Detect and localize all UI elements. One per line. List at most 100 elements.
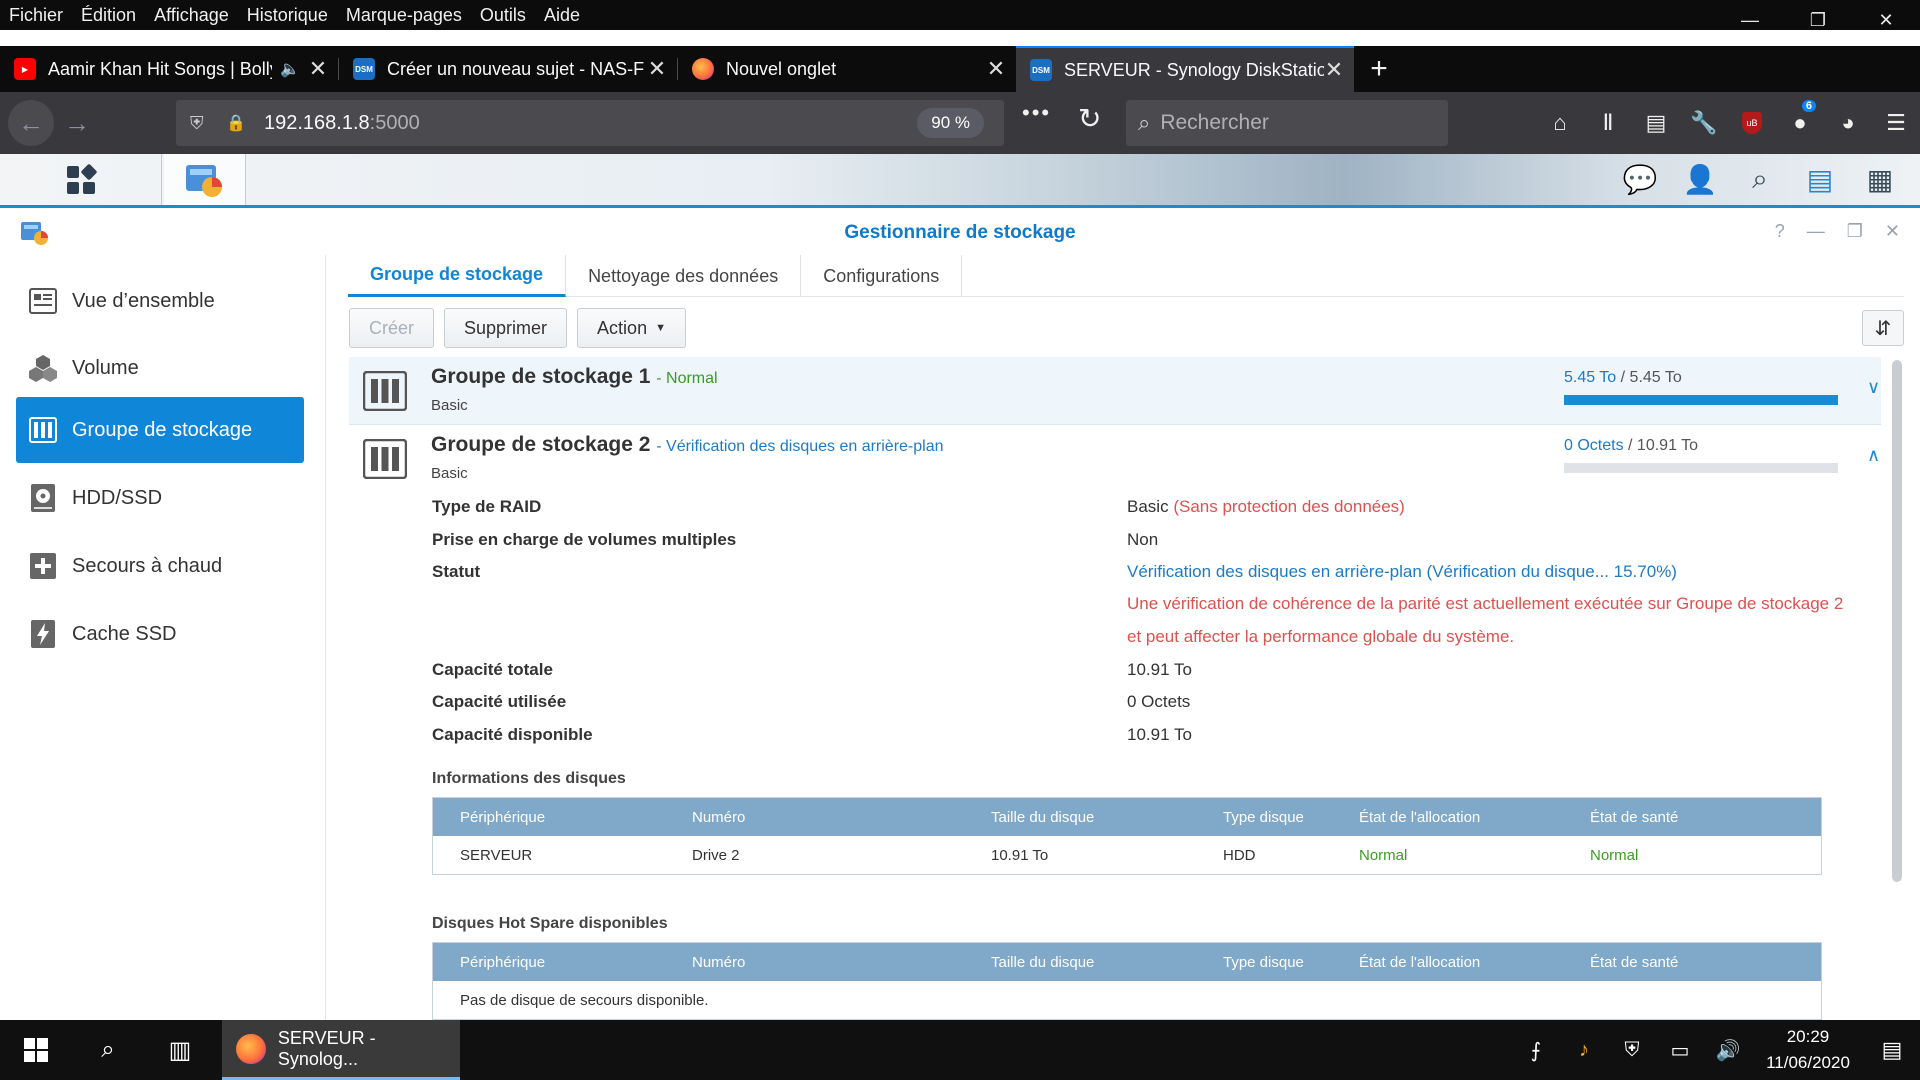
windows-taskbar: ⌕ ▥ SERVEUR - Synolog... ⨍ ♪ ⛨ ▭ 🔊 20:29… xyxy=(0,1020,1920,1080)
zoom-level-badge[interactable]: 90 % xyxy=(917,108,984,138)
minimize-icon[interactable]: — xyxy=(1716,0,1784,40)
dsm-toolbar-right: 💬 👤 ⌕ ▤ ▦ xyxy=(1610,154,1910,205)
wrench-icon[interactable]: 🔧 xyxy=(1680,92,1728,154)
volume-icon[interactable]: 🔊 xyxy=(1704,1038,1752,1063)
restore-icon[interactable]: ❐ xyxy=(1784,0,1852,40)
browser-tab-forum[interactable]: DSM Créer un nouveau sujet - NAS-F ✕ xyxy=(339,46,677,92)
user-icon[interactable]: 👤 xyxy=(1670,163,1730,196)
create-button[interactable]: Créer xyxy=(349,308,435,348)
help-icon[interactable]: ? xyxy=(1775,221,1785,242)
browser-tab-serveur[interactable]: DSM SERVEUR - Synology DiskStation ✕ xyxy=(1016,46,1354,92)
minimize-icon[interactable]: — xyxy=(1807,221,1825,242)
hamburger-menu-icon[interactable]: ☰ xyxy=(1872,92,1920,154)
back-button[interactable]: ← xyxy=(8,100,54,146)
clock[interactable]: 20:29 11/06/2020 xyxy=(1752,1024,1864,1076)
reload-icon[interactable]: ↻ xyxy=(1078,102,1101,135)
close-tab-icon[interactable]: ✕ xyxy=(308,56,328,82)
sidebar-icon[interactable]: ▤ xyxy=(1632,92,1680,154)
pilot-view-icon[interactable]: ▦ xyxy=(1850,163,1910,196)
close-window-icon[interactable]: ✕ xyxy=(1852,0,1920,40)
speaker-icon[interactable]: 🔈 xyxy=(280,59,300,79)
maximize-icon[interactable]: ❐ xyxy=(1847,221,1863,242)
new-tab-button[interactable]: + xyxy=(1354,46,1404,92)
browser-toolbar-icons: ⌂ Ⅱ ▤ 🔧 uB ● 6 ◕ ☰ xyxy=(1536,92,1920,154)
delete-button[interactable]: Supprimer xyxy=(444,308,568,348)
action-toolbar: Créer Supprimer Action ▼ xyxy=(349,308,686,348)
action-dropdown-button[interactable]: Action ▼ xyxy=(577,308,686,348)
sidebar-item-storage-pool[interactable]: Groupe de stockage xyxy=(16,397,304,463)
pool-used: 0 Octets xyxy=(1564,437,1624,454)
storage-manager-icon xyxy=(185,164,222,197)
sidebar-item-label: Volume xyxy=(72,356,139,379)
close-tab-icon[interactable]: ✕ xyxy=(647,56,667,82)
chevron-down-icon[interactable]: ∨ xyxy=(1867,377,1880,398)
menu-edit[interactable]: Édition xyxy=(72,5,145,26)
menu-help[interactable]: Aide xyxy=(535,5,589,26)
insecure-lock-icon[interactable]: 🔒 xyxy=(226,113,250,133)
menu-view[interactable]: Affichage xyxy=(145,5,238,26)
chevron-up-icon[interactable]: ∧ xyxy=(1867,445,1880,466)
storage-pool-row[interactable]: Groupe de stockage 2 - Vérification des … xyxy=(349,425,1881,1025)
firefox-icon xyxy=(692,58,714,80)
extension-icon[interactable]: ● 6 xyxy=(1776,92,1824,154)
volume-icon xyxy=(28,353,58,383)
sidebar-item-ssd-cache[interactable]: Cache SSD xyxy=(16,601,304,667)
pool-used: 5.45 To xyxy=(1564,369,1617,386)
tab-storage-pool[interactable]: Groupe de stockage xyxy=(348,255,567,297)
main-menu-button[interactable] xyxy=(0,154,162,205)
browser-tab-new[interactable]: Nouvel onglet ✕ xyxy=(678,46,1016,92)
system-tray: ⨍ ♪ ⛨ ▭ 🔊 20:29 11/06/2020 ▤ xyxy=(1512,1020,1920,1080)
sidebar-item-hot-spare[interactable]: Secours à chaud xyxy=(16,533,304,599)
pool-status: - Vérification des disques en arrière-pl… xyxy=(656,438,944,455)
storage-pool-icon xyxy=(28,415,58,445)
browser-tab-youtube[interactable]: ▶ Aamir Khan Hit Songs | Bolly 🔈 ✕ xyxy=(0,46,338,92)
pool-status: - Normal xyxy=(656,370,718,387)
taskbar-firefox-app[interactable]: SERVEUR - Synolog... xyxy=(222,1020,460,1080)
ublock-icon[interactable]: uB xyxy=(1728,92,1776,154)
table-header: Périphérique Numéro Taille du disque Typ… xyxy=(433,798,1821,836)
tab-data-scrubbing[interactable]: Nettoyage des données xyxy=(566,255,802,297)
storage-pool-icon xyxy=(363,439,407,479)
task-view-icon[interactable]: ▥ xyxy=(144,1020,216,1080)
sidebar-item-hdd-ssd[interactable]: HDD/SSD xyxy=(16,465,304,531)
sidebar-item-overview[interactable]: Vue d’ensemble xyxy=(16,268,304,334)
home-icon[interactable]: ⌂ xyxy=(1536,92,1584,154)
account-icon[interactable]: ◕ xyxy=(1824,92,1872,154)
storage-manager-taskbar-button[interactable] xyxy=(164,154,246,205)
table-row[interactable]: SERVEUR Drive 2 10.91 To HDD Normal Norm… xyxy=(433,836,1821,874)
library-icon[interactable]: Ⅱ xyxy=(1584,92,1632,154)
tab-configurations[interactable]: Configurations xyxy=(801,255,963,297)
menu-tools[interactable]: Outils xyxy=(471,5,535,26)
search-input[interactable]: ⌕ Rechercher xyxy=(1126,100,1448,146)
notification-icon[interactable]: ▤ xyxy=(1864,1037,1920,1063)
menu-history[interactable]: Historique xyxy=(238,5,337,26)
storage-pool-row[interactable]: Groupe de stockage 1 - Normal Basic 5.45… xyxy=(349,357,1881,425)
page-actions-icon[interactable]: ••• xyxy=(1022,100,1051,126)
sidebar-item-label: Vue d’ensemble xyxy=(72,289,215,312)
audio-app-icon[interactable]: ♪ xyxy=(1560,1039,1608,1062)
security-shield-icon[interactable]: ⛨ xyxy=(1608,1039,1656,1062)
search-icon[interactable]: ⌕ xyxy=(1730,163,1790,196)
url-bar[interactable]: ⛨ 🔒 192.168.1.8:5000 90 % xyxy=(176,100,1004,146)
close-tab-icon[interactable]: ✕ xyxy=(986,56,1006,82)
menu-bookmarks[interactable]: Marque-pages xyxy=(337,5,471,26)
close-tab-icon[interactable]: ✕ xyxy=(1324,57,1344,83)
search-icon[interactable]: ⌕ xyxy=(72,1020,144,1080)
hot-spare-icon xyxy=(28,551,58,581)
battery-icon[interactable]: ▭ xyxy=(1656,1038,1704,1063)
wifi-icon[interactable]: ⨍ xyxy=(1512,1038,1560,1063)
widgets-icon[interactable]: ▤ xyxy=(1790,163,1850,196)
chat-icon[interactable]: 💬 xyxy=(1610,163,1670,196)
storage-pool-icon xyxy=(363,371,407,411)
windows-start-icon[interactable] xyxy=(0,1020,72,1080)
close-icon[interactable]: ✕ xyxy=(1885,221,1900,242)
forward-button[interactable]: → xyxy=(54,100,100,146)
pool-total: 10.91 To xyxy=(1636,437,1699,454)
sort-icon[interactable]: ⇵ xyxy=(1862,310,1904,346)
action-label: Action xyxy=(597,317,648,338)
scrollbar[interactable] xyxy=(1892,360,1902,882)
menu-file[interactable]: Fichier xyxy=(0,5,72,26)
sidebar-item-label: Secours à chaud xyxy=(72,554,223,577)
sidebar-item-volume[interactable]: Volume xyxy=(16,335,304,401)
tracking-shield-icon[interactable]: ⛨ xyxy=(190,113,214,134)
